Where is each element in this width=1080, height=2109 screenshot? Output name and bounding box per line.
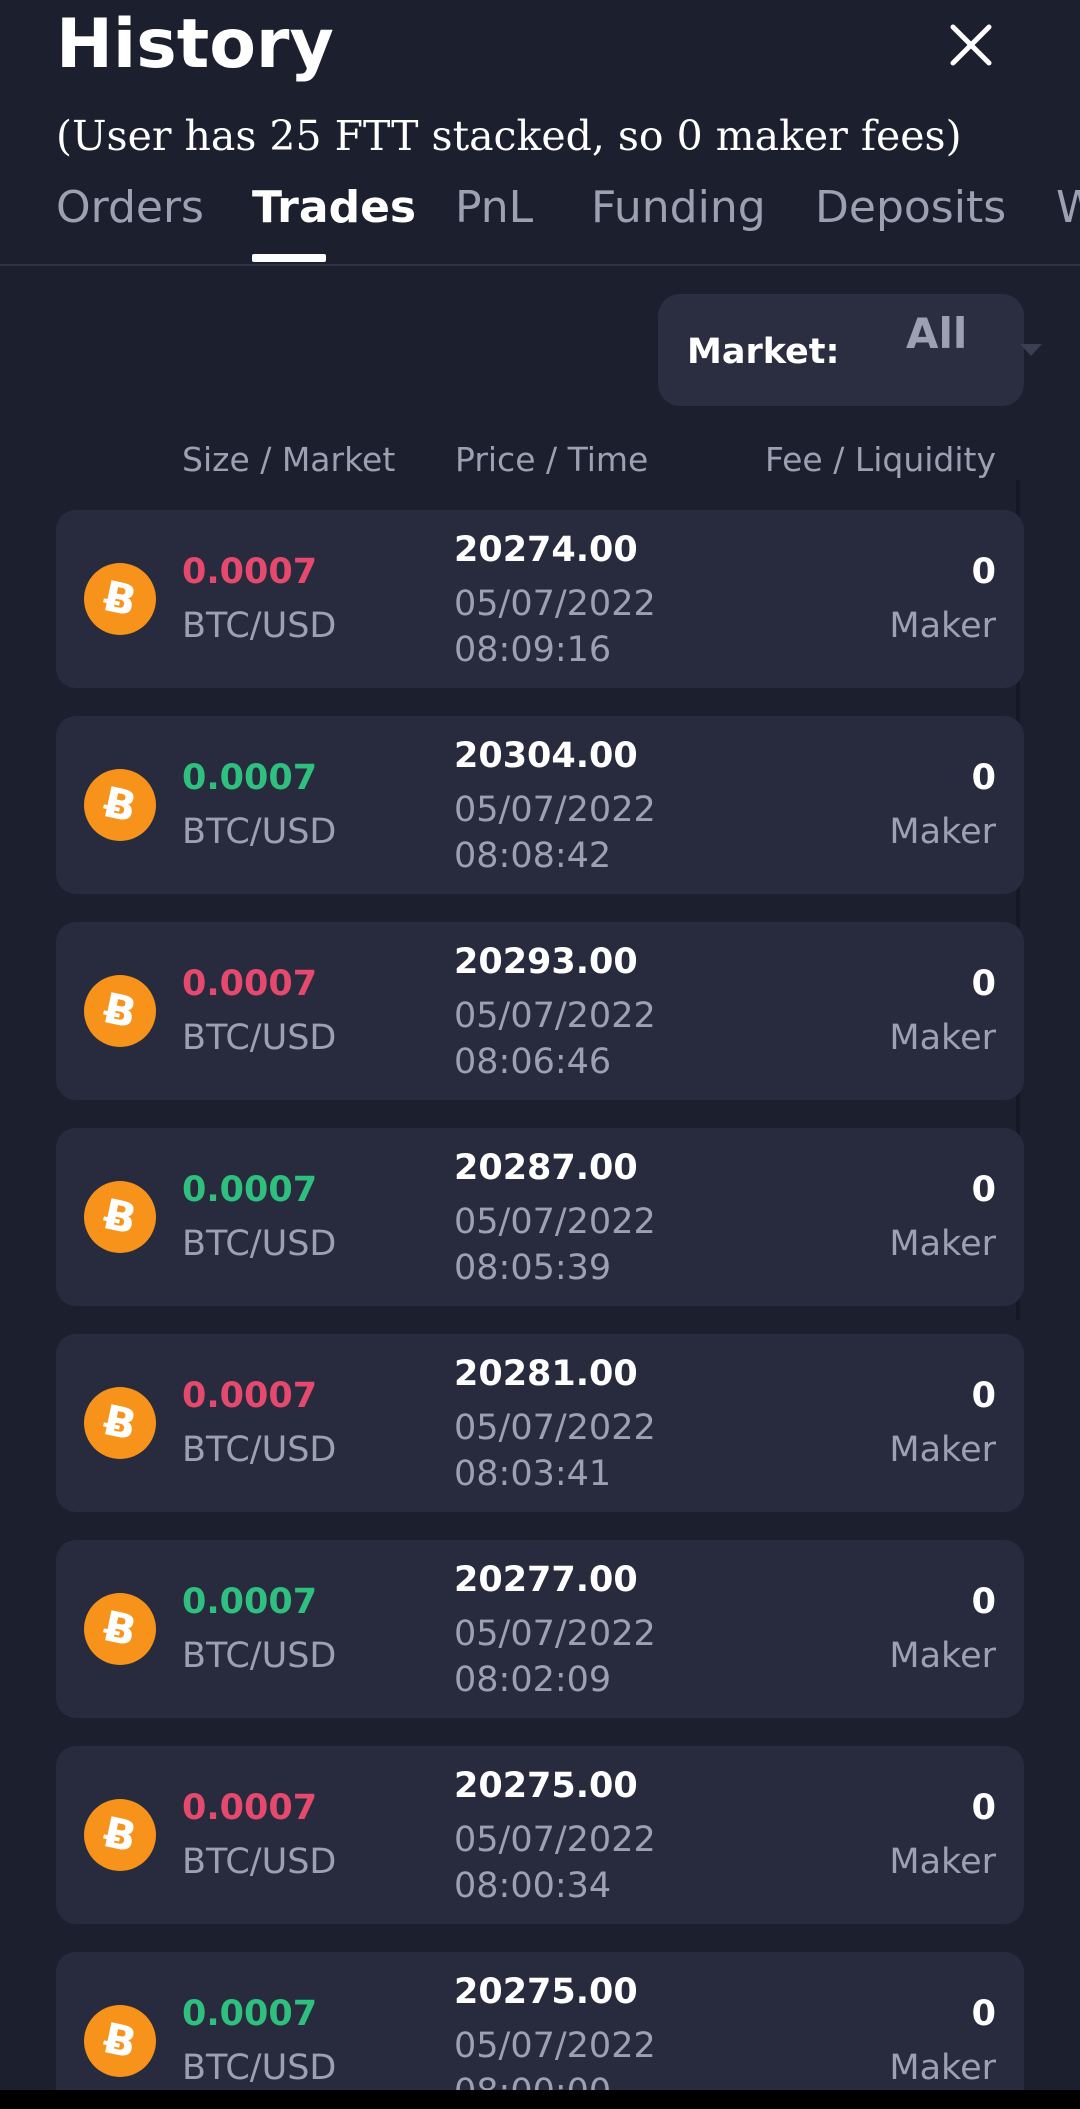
tab-withdrawals[interactable]: W xyxy=(1056,178,1080,238)
trade-date: 05/07/2022 xyxy=(454,2026,656,2066)
tab-bar: Orders Trades PnL Funding Deposits W xyxy=(0,170,1080,264)
chevron-down-icon xyxy=(1020,344,1042,356)
trade-fee: 0 xyxy=(971,552,996,592)
trade-liquidity: Maker xyxy=(889,1636,996,1676)
bitcoin-icon: Ƀ xyxy=(84,563,156,635)
trade-market: BTC/USD xyxy=(182,606,337,646)
trade-price: 20274.00 xyxy=(454,530,638,570)
trade-row[interactable]: Ƀ 0.0007 BTC/USD 20277.00 05/07/2022 08:02:09… xyxy=(56,1540,1024,1718)
trade-date: 05/07/2022 xyxy=(454,1820,656,1860)
page-title: History xyxy=(56,5,334,84)
trade-fee: 0 xyxy=(971,1170,996,1210)
trade-date: 05/07/2022 xyxy=(454,790,656,830)
trade-date: 05/07/2022 xyxy=(454,1202,656,1242)
bitcoin-icon: Ƀ xyxy=(84,1799,156,1871)
trade-market: BTC/USD xyxy=(182,1636,337,1676)
tab-pnl[interactable]: PnL xyxy=(455,178,533,238)
trade-size: 0.0007 xyxy=(182,1170,318,1210)
fee-note: (User has 25 FTT stacked, so 0 maker fee… xyxy=(56,112,962,160)
trade-fee: 0 xyxy=(971,758,996,798)
trade-row[interactable]: Ƀ 0.0007 BTC/USD 20274.00 05/07/2022 08:09:16… xyxy=(56,510,1024,688)
trade-market: BTC/USD xyxy=(182,1842,337,1882)
trade-liquidity: Maker xyxy=(889,1430,996,1470)
trade-time: 08:03:41 xyxy=(454,1454,612,1494)
trade-price: 20275.00 xyxy=(454,1972,638,2012)
trade-time: 08:08:42 xyxy=(454,836,612,876)
trade-size: 0.0007 xyxy=(182,552,318,592)
column-header-size-market: Size / Market xyxy=(182,440,396,479)
trade-date: 05/07/2022 xyxy=(454,1614,656,1654)
market-filter-value: All xyxy=(906,309,968,358)
tab-funding[interactable]: Funding xyxy=(591,178,766,238)
trade-fee: 0 xyxy=(971,1376,996,1416)
trade-price: 20281.00 xyxy=(454,1354,638,1394)
trade-liquidity: Maker xyxy=(889,812,996,852)
tab-trades[interactable]: Trades xyxy=(252,178,416,238)
trade-size: 0.0007 xyxy=(182,1582,318,1622)
trade-size: 0.0007 xyxy=(182,964,318,1004)
trade-liquidity: Maker xyxy=(889,1018,996,1058)
trade-time: 08:00:34 xyxy=(454,1866,612,1906)
trade-time: 08:05:39 xyxy=(454,1248,612,1288)
trade-price: 20304.00 xyxy=(454,736,638,776)
trade-time: 08:02:09 xyxy=(454,1660,612,1700)
bitcoin-icon: Ƀ xyxy=(84,769,156,841)
trade-row[interactable]: Ƀ 0.0007 BTC/USD 20287.00 05/07/2022 08:05:39… xyxy=(56,1128,1024,1306)
trade-row[interactable]: Ƀ 0.0007 BTC/USD 20281.00 05/07/2022 08:03:41… xyxy=(56,1334,1024,1512)
column-header-price-time: Price / Time xyxy=(455,440,649,479)
trade-size: 0.0007 xyxy=(182,1376,318,1416)
bitcoin-icon: Ƀ xyxy=(84,2005,156,2077)
trade-fee: 0 xyxy=(971,1788,996,1828)
trade-size: 0.0007 xyxy=(182,758,318,798)
trade-market: BTC/USD xyxy=(182,812,337,852)
trade-date: 05/07/2022 xyxy=(454,996,656,1036)
market-filter[interactable]: Market: All xyxy=(658,294,1042,406)
market-filter-label: Market: xyxy=(687,332,840,372)
trade-row[interactable]: Ƀ 0.0007 BTC/USD 20275.00 05/07/2022 08:00:00… xyxy=(56,1952,1024,2092)
header: History (User has 25 FTT stacked, so 0 m… xyxy=(0,0,1080,266)
trades-list: Ƀ 0.0007 BTC/USD 20274.00 05/07/2022 08:09:16… xyxy=(0,500,1080,2092)
trade-row[interactable]: Ƀ 0.0007 BTC/USD 20275.00 05/07/2022 08:00:34… xyxy=(56,1746,1024,1924)
trade-price: 20277.00 xyxy=(454,1560,638,1600)
bitcoin-icon: Ƀ xyxy=(84,1593,156,1665)
trade-size: 0.0007 xyxy=(182,1788,318,1828)
trade-market: BTC/USD xyxy=(182,1224,337,1264)
trade-fee: 0 xyxy=(971,1994,996,2034)
trade-liquidity: Maker xyxy=(889,1842,996,1882)
trade-price: 20293.00 xyxy=(454,942,638,982)
bitcoin-icon: Ƀ xyxy=(84,975,156,1047)
trade-row[interactable]: Ƀ 0.0007 BTC/USD 20304.00 05/07/2022 08:08:42… xyxy=(56,716,1024,894)
bitcoin-icon: Ƀ xyxy=(84,1387,156,1459)
trade-date: 05/07/2022 xyxy=(454,584,656,624)
trade-market: BTC/USD xyxy=(182,1430,337,1470)
trade-date: 05/07/2022 xyxy=(454,1408,656,1448)
trade-fee: 0 xyxy=(971,964,996,1004)
trade-liquidity: Maker xyxy=(889,1224,996,1264)
trade-size: 0.0007 xyxy=(182,1994,318,2034)
column-header-fee-liquidity: Fee / Liquidity xyxy=(764,440,996,479)
trade-fee: 0 xyxy=(971,1582,996,1622)
trade-time: 08:09:16 xyxy=(454,630,612,670)
close-icon[interactable] xyxy=(936,10,1006,80)
bottom-edge xyxy=(0,2090,1080,2109)
trade-row[interactable]: Ƀ 0.0007 BTC/USD 20293.00 05/07/2022 08:06:46… xyxy=(56,922,1024,1100)
trade-liquidity: Maker xyxy=(889,606,996,646)
trade-time: 08:06:46 xyxy=(454,1042,612,1082)
bitcoin-icon: Ƀ xyxy=(84,1181,156,1253)
trade-market: BTC/USD xyxy=(182,2048,337,2088)
tab-orders[interactable]: Orders xyxy=(56,178,204,238)
trade-price: 20275.00 xyxy=(454,1766,638,1806)
trade-price: 20287.00 xyxy=(454,1148,638,1188)
trade-liquidity: Maker xyxy=(889,2048,996,2088)
trade-market: BTC/USD xyxy=(182,1018,337,1058)
trade-time: 08:00:00 xyxy=(454,2072,612,2092)
active-tab-indicator xyxy=(252,254,326,262)
tab-deposits[interactable]: Deposits xyxy=(815,178,1006,238)
